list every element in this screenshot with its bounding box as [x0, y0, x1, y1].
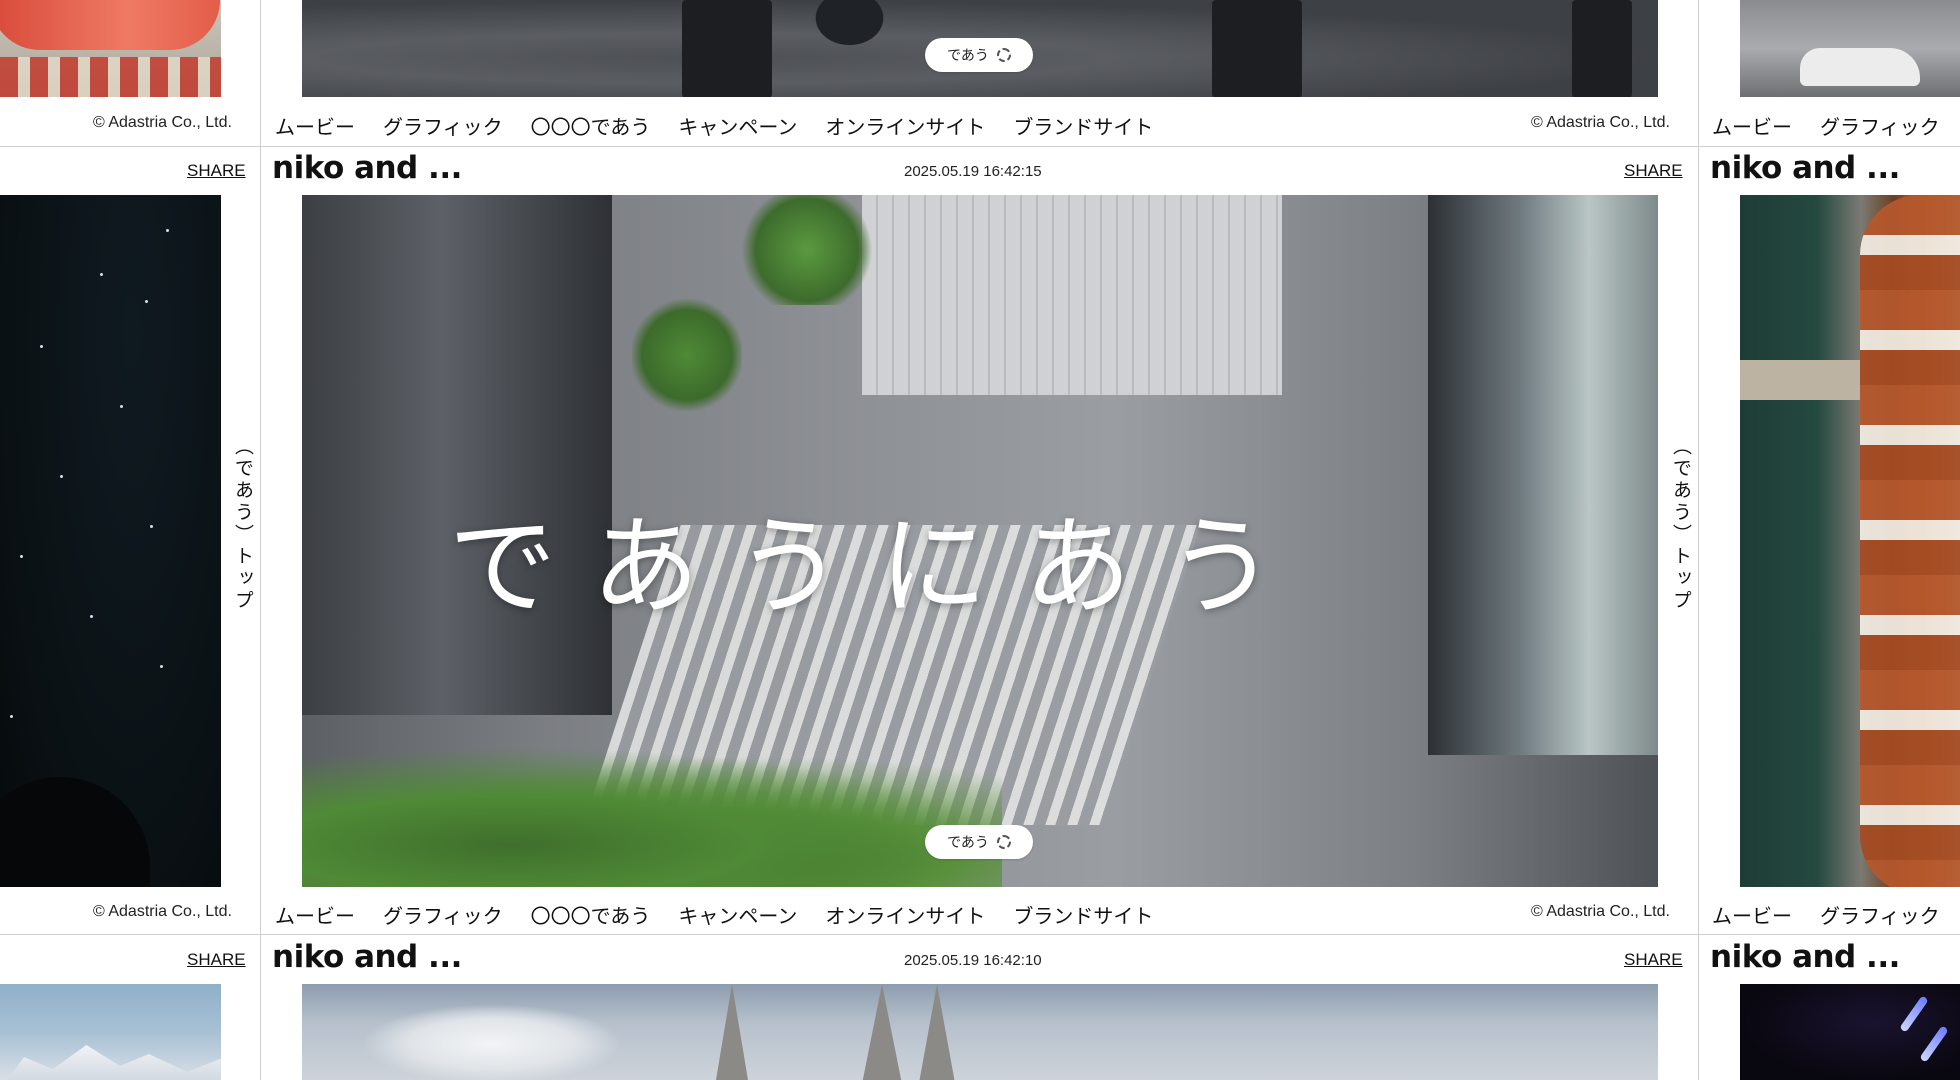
nav-movie-link[interactable]: ムービー [275, 900, 355, 929]
nav-graphic-link[interactable]: グラフィック [1820, 111, 1940, 140]
share-link[interactable]: SHARE [187, 950, 246, 970]
post-image-redpanda[interactable] [1740, 195, 1960, 887]
post-image-stars[interactable] [0, 195, 221, 887]
nav-campaign-link[interactable]: キャンペーン [678, 111, 797, 140]
share-link[interactable]: SHARE [187, 161, 246, 181]
footer-nav-partial: ムービー グラフィック [1712, 900, 1960, 929]
brand-title: niko and ... [272, 150, 462, 186]
nav-deau-link[interactable]: 〇〇〇であう [531, 111, 651, 140]
post-image-mountain[interactable] [0, 984, 221, 1080]
brand-title: niko and ... [1710, 150, 1900, 186]
post-image-car[interactable] [1740, 0, 1960, 97]
column-divider [1698, 0, 1699, 1080]
nav-online-site-link[interactable]: オンラインサイト [825, 111, 985, 140]
loading-spinner-icon [996, 48, 1011, 62]
brand-title: niko and ... [1710, 939, 1900, 975]
deau-pill-button[interactable]: であう [925, 825, 1033, 859]
nav-online-site-link[interactable]: オンラインサイト [825, 900, 985, 929]
post-timestamp: 2025.05.19 16:42:15 [904, 163, 1042, 180]
nav-graphic-link[interactable]: グラフィック [1820, 900, 1940, 929]
share-link[interactable]: SHARE [1624, 950, 1683, 970]
nav-deau-link[interactable]: 〇〇〇であう [531, 900, 651, 929]
footer-nav: ムービー グラフィック 〇〇〇であう キャンペーン オンラインサイト ブランドサ… [275, 111, 1181, 140]
brand-title: niko and ... [272, 939, 462, 975]
nav-graphic-link[interactable]: グラフィック [383, 111, 503, 140]
row-divider [0, 934, 1960, 935]
post-image-street[interactable]: であう [302, 0, 1658, 97]
nav-movie-link[interactable]: ムービー [275, 111, 355, 140]
row-divider [0, 146, 1960, 147]
footer-nav-partial: ムービー グラフィック [1712, 111, 1960, 140]
top-vertical-link[interactable]: （であう）トップ [1668, 436, 1695, 612]
footer-nav: ムービー グラフィック 〇〇〇であう キャンペーン オンラインサイト ブランドサ… [275, 900, 1181, 929]
pill-label: であう [947, 48, 989, 64]
nav-movie-link[interactable]: ムービー [1712, 111, 1792, 140]
post-image-cafe[interactable] [0, 0, 221, 97]
nav-campaign-link[interactable]: キャンペーン [678, 900, 797, 929]
pill-label: であう [947, 835, 989, 851]
copyright-text: © Adastria Co., Ltd. [93, 114, 232, 131]
post-timestamp: 2025.05.19 16:42:10 [904, 952, 1042, 969]
loading-spinner-icon [996, 835, 1011, 849]
nav-brand-site-link[interactable]: ブランドサイト [1013, 111, 1153, 140]
nav-graphic-link[interactable]: グラフィック [383, 900, 503, 929]
share-link[interactable]: SHARE [1624, 161, 1683, 181]
post-image-night[interactable] [1740, 984, 1960, 1080]
copyright-text: © Adastria Co., Ltd. [93, 903, 232, 920]
copyright-text: © Adastria Co., Ltd. [1531, 903, 1670, 920]
copyright-text: © Adastria Co., Ltd. [1531, 114, 1670, 131]
deau-pill-button[interactable]: であう [925, 38, 1033, 72]
nav-brand-site-link[interactable]: ブランドサイト [1013, 900, 1153, 929]
post-image-cathedral[interactable] [302, 984, 1658, 1080]
main-overlay-title: であうにあう [448, 505, 1312, 630]
nav-movie-link[interactable]: ムービー [1712, 900, 1792, 929]
